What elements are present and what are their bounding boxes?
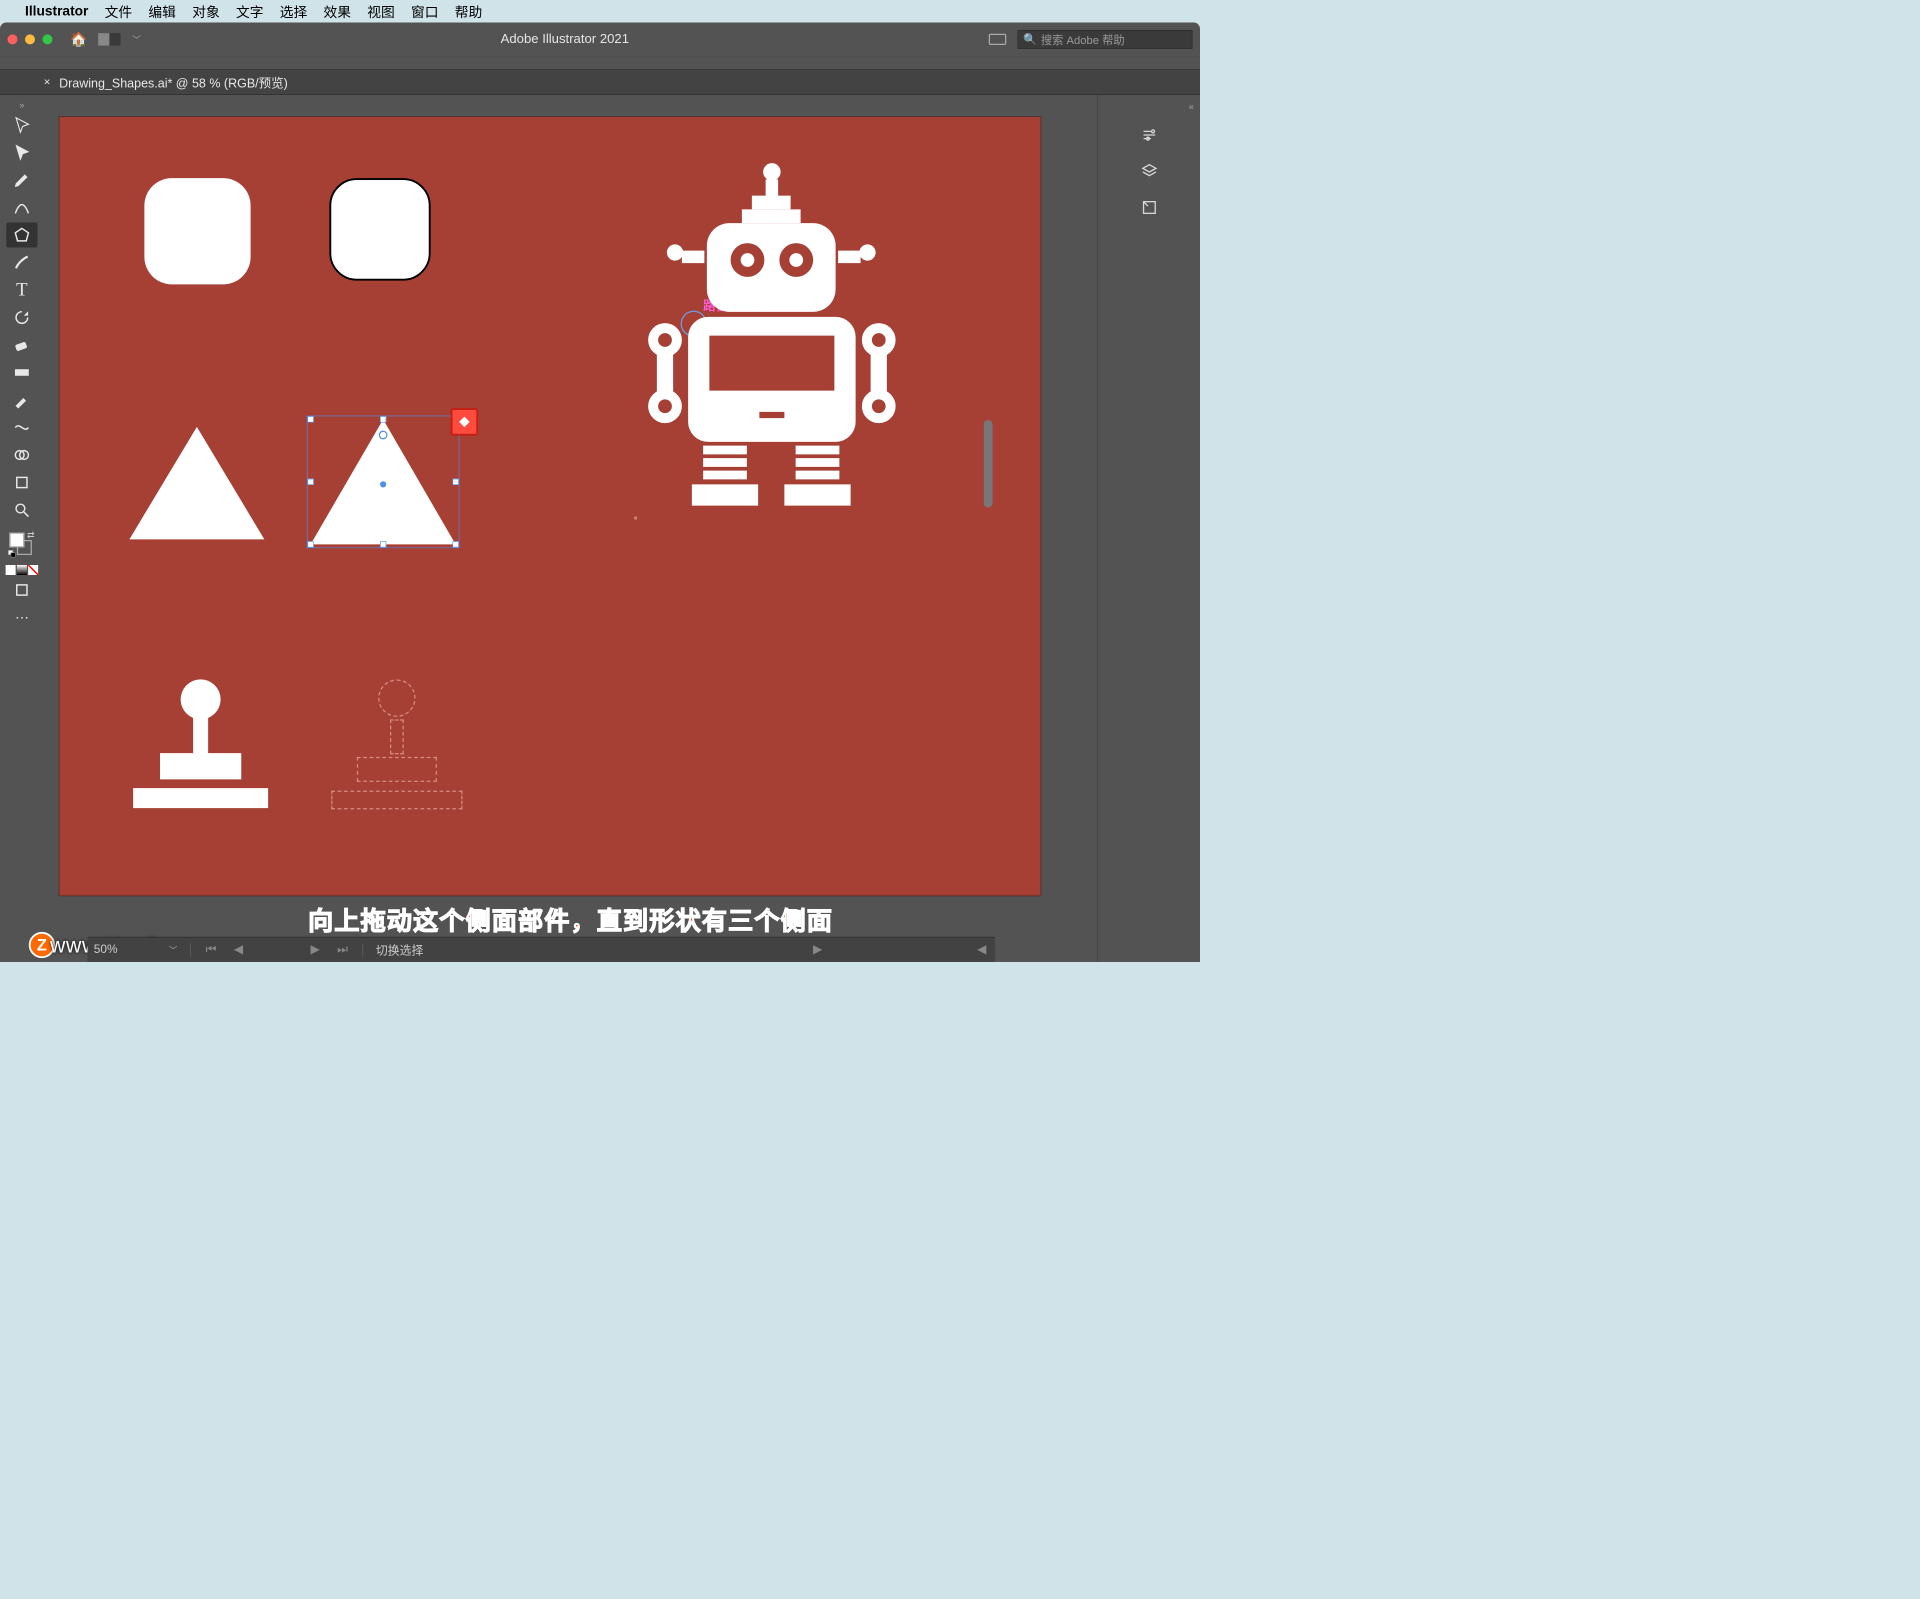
rounded-rect-white[interactable] (144, 178, 250, 284)
menu-help[interactable]: 帮助 (455, 1, 483, 21)
artboard-tool[interactable] (6, 470, 37, 495)
shape-builder-tool[interactable] (6, 443, 37, 468)
document-tab-bar: × Drawing_Shapes.ai* @ 58 % (RGB/预览) (0, 70, 1200, 95)
type-tool[interactable]: T (6, 278, 37, 303)
pen-tool[interactable] (6, 168, 37, 193)
options-bar (0, 56, 1200, 70)
width-tool[interactable] (6, 415, 37, 440)
shape-center-indicator (380, 481, 386, 487)
fill-stroke-chips[interactable]: ⇄ (9, 533, 34, 557)
home-button[interactable]: 🏠 (70, 31, 87, 47)
macos-menubar: Illustrator 文件 编辑 对象 文字 选择 效果 视图 窗口 帮助 (0, 0, 1200, 23)
color-mode-row (6, 565, 39, 575)
tutorial-caption: 向上拖动这个侧面部件，直到形状有三个侧面 (44, 901, 1098, 937)
polygon-tool[interactable] (6, 223, 37, 248)
right-panel-dock: « (1098, 95, 1201, 962)
polygon-side-widget[interactable] (451, 408, 479, 436)
window-controls (8, 34, 53, 44)
document-setup-icon[interactable] (989, 34, 1007, 45)
menu-type[interactable]: 文字 (236, 1, 264, 21)
draw-mode-button[interactable] (6, 578, 37, 603)
statusbar-scroll-left-icon[interactable]: ◀ (975, 943, 989, 957)
artboard-prev-icon[interactable]: ◀ (231, 943, 245, 957)
triangle-white[interactable] (129, 427, 264, 540)
tools-panel: » T ⇄ ⋯ (0, 95, 44, 962)
selection-handle[interactable] (308, 416, 314, 422)
robot-shape-dashed[interactable] (634, 517, 909, 867)
document-tab-label[interactable]: Drawing_Shapes.ai* @ 58 % (RGB/预览) (59, 73, 288, 91)
selection-tool[interactable] (6, 113, 37, 138)
swap-fill-stroke-icon[interactable]: ⇄ (27, 530, 34, 541)
zoom-dropdown-icon[interactable]: ﹀ (169, 943, 178, 956)
gradient-tool[interactable] (6, 360, 37, 385)
zoom-level[interactable]: 50% (94, 943, 157, 957)
triangle-selected[interactable] (311, 419, 456, 544)
shape-corner-widget[interactable] (379, 431, 388, 440)
menu-file[interactable]: 文件 (105, 1, 133, 21)
menu-edit[interactable]: 编辑 (148, 1, 176, 21)
help-search[interactable]: 🔍 搜索 Adobe 帮助 (1018, 30, 1193, 49)
selection-handle[interactable] (380, 416, 386, 422)
color-mode-solid[interactable] (6, 565, 16, 575)
artboard-next-icon[interactable]: ▶ (308, 943, 322, 957)
curvature-tool[interactable] (6, 195, 37, 220)
stamp-shape[interactable] (133, 679, 268, 808)
default-fill-stroke-icon[interactable] (8, 550, 16, 558)
vertical-scrollbar-thumb[interactable] (984, 420, 993, 508)
properties-panel-icon[interactable] (1137, 123, 1162, 148)
menu-effect[interactable]: 效果 (323, 1, 351, 21)
close-window-button[interactable] (8, 34, 18, 44)
tools-collapse-icon[interactable]: » (19, 100, 24, 110)
layers-panel-icon[interactable] (1137, 159, 1162, 184)
artboard-last-icon[interactable]: ⏭ (335, 943, 351, 957)
menu-window[interactable]: 窗口 (411, 1, 439, 21)
edit-toolbar-button[interactable]: ⋯ (6, 605, 37, 630)
rounded-rect-stroked[interactable] (329, 178, 430, 281)
menu-object[interactable]: 对象 (192, 1, 220, 21)
statusbar-nav-icon[interactable]: ▶ (810, 943, 824, 957)
zoom-window-button[interactable] (43, 34, 53, 44)
color-mode-gradient[interactable] (17, 565, 27, 575)
selection-handle[interactable] (308, 541, 314, 547)
app-title: Adobe Illustrator 2021 (152, 32, 977, 47)
app-titlebar: 🏠 ﹀ Adobe Illustrator 2021 🔍 搜索 Adobe 帮助 (0, 23, 1200, 57)
app-menu[interactable]: Illustrator (25, 3, 88, 19)
canvas[interactable]: 路径 (44, 95, 1098, 962)
rotate-tool[interactable] (6, 305, 37, 330)
direct-selection-tool[interactable] (6, 140, 37, 165)
arrange-documents-button[interactable] (98, 33, 121, 46)
libraries-panel-icon[interactable] (1137, 195, 1162, 220)
minimize-window-button[interactable] (25, 34, 35, 44)
zoom-tool[interactable] (6, 498, 37, 523)
selection-handle[interactable] (453, 541, 459, 547)
search-icon: 🔍 (1023, 33, 1037, 46)
brush-tool[interactable] (6, 250, 37, 275)
menu-view[interactable]: 视图 (367, 1, 395, 21)
workspace: » T ⇄ ⋯ (0, 95, 1200, 962)
help-search-placeholder: 搜索 Adobe 帮助 (1041, 31, 1125, 47)
fill-chip[interactable] (9, 533, 24, 548)
stamp-shape-dashed[interactable] (329, 679, 464, 809)
robot-shape[interactable] (634, 163, 909, 513)
right-dock-collapse-icon[interactable]: « (1189, 101, 1194, 111)
eyedropper-tool[interactable] (6, 388, 37, 413)
selection-handle[interactable] (308, 479, 314, 485)
selection-handle[interactable] (453, 479, 459, 485)
selection-mode-label[interactable]: 切换选择 (376, 941, 424, 958)
eraser-tool[interactable] (6, 333, 37, 358)
arrange-dropdown-icon[interactable]: ﹀ (132, 33, 141, 46)
menu-select[interactable]: 选择 (280, 1, 308, 21)
close-tab-icon[interactable]: × (44, 76, 51, 89)
artboard-first-icon[interactable]: ⏮ (203, 943, 219, 957)
artboard[interactable]: 路径 (59, 116, 1042, 896)
status-bar: 50% ﹀ ⏮ ◀ ▶ ⏭ 切换选择 ▶ ◀ (88, 937, 996, 962)
color-mode-none[interactable] (28, 565, 38, 575)
selection-handle[interactable] (380, 541, 386, 547)
